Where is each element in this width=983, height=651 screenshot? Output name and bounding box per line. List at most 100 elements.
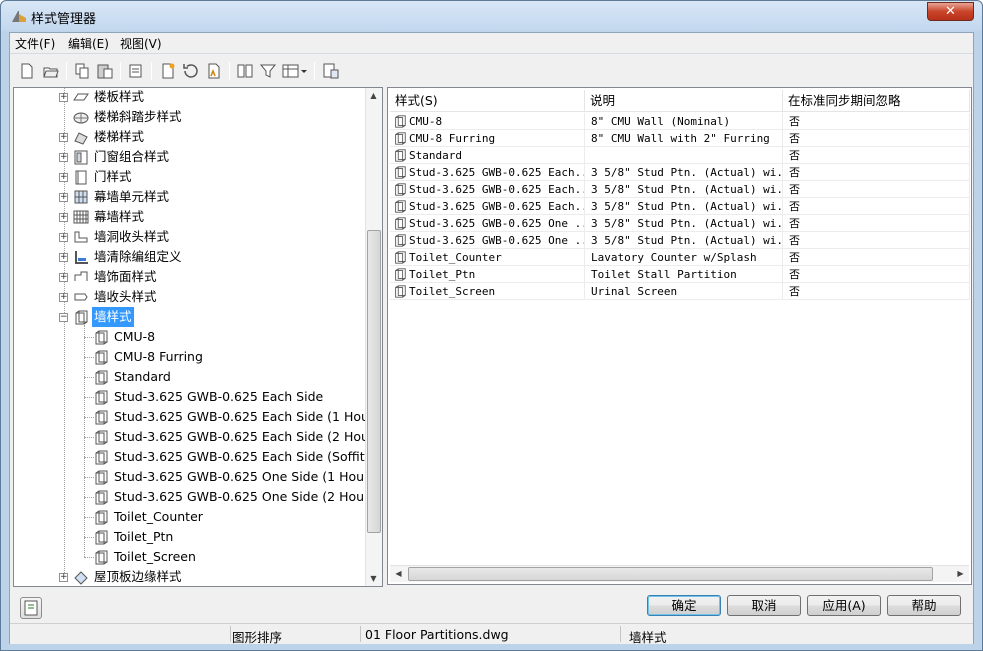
refresh-icon[interactable] — [182, 62, 200, 80]
tree-category-item[interactable]: − 墙样式 — [14, 307, 366, 327]
menu-file[interactable]: 文件(F) — [15, 35, 55, 52]
expand-icon[interactable]: + — [59, 213, 68, 222]
ignore-sync-cell: 否 — [783, 215, 970, 232]
ignore-sync-cell: 否 — [783, 181, 970, 198]
help-button[interactable]: 帮助 — [887, 595, 961, 616]
menu-view[interactable]: 视图(V) — [120, 35, 162, 52]
apply-button[interactable]: 应用(A) — [807, 595, 881, 616]
style-name-cell: CMU-8 — [390, 113, 585, 130]
tree-vertical-scrollbar[interactable]: ▲ ▼ — [365, 88, 382, 586]
cancel-button[interactable]: 取消 — [727, 595, 801, 616]
tree-style-item[interactable]: Stud-3.625 GWB-0.625 One Side (1 Hour) — [14, 467, 374, 487]
list-row[interactable]: Toilet_Screen Urinal Screen 否 — [390, 283, 970, 300]
expand-icon[interactable]: + — [59, 273, 68, 282]
tree-category-item[interactable]: + 墙清除编组定义 — [14, 247, 366, 267]
tree-style-item[interactable]: Toilet_Screen — [14, 547, 366, 567]
expand-icon[interactable]: + — [59, 293, 68, 302]
tree-category-item[interactable]: + 门窗组合样式 — [14, 147, 366, 167]
ignore-sync-cell: 否 — [783, 283, 970, 300]
list-row[interactable]: Stud-3.625 GWB-0.625 One ... 3 5/8" Stud … — [390, 232, 970, 249]
close-button[interactable]: ✕ — [927, 2, 974, 21]
paste-icon[interactable] — [96, 62, 114, 80]
expand-icon[interactable]: + — [59, 253, 68, 262]
view-dropdown-icon[interactable] — [282, 62, 308, 80]
tree-category-item[interactable]: + 门样式 — [14, 167, 366, 187]
tree-item-label: 幕墙样式 — [94, 209, 145, 224]
scroll-right-arrow[interactable]: ▶ — [953, 569, 968, 578]
edit-style-icon[interactable] — [205, 62, 223, 80]
tree-style-item[interactable]: Stud-3.625 GWB-0.625 Each Side (1 Hour) — [14, 407, 379, 427]
tree-style-item[interactable]: Standard — [14, 367, 366, 387]
tree-style-item[interactable]: Stud-3.625 GWB-0.625 Each Side (2 Hour) — [14, 427, 379, 447]
tree-item-label: Stud-3.625 GWB-0.625 One Side (2 Hour) — [114, 489, 375, 504]
tree-style-item[interactable]: Toilet_Ptn — [14, 527, 366, 547]
list-row[interactable]: Stud-3.625 GWB-0.625 Each... 3 5/8" Stud … — [390, 198, 970, 215]
status-separator — [620, 626, 621, 642]
style-name-cell: Toilet_Ptn — [390, 266, 585, 283]
expand-icon[interactable]: + — [59, 573, 68, 582]
wall-style-icon — [395, 166, 406, 179]
column-style[interactable]: 样式(S) — [390, 90, 585, 112]
tree-style-item[interactable]: Stud-3.625 GWB-0.625 Each Side (Soffit) — [14, 447, 370, 467]
style-tree[interactable]: + 楼板样式 楼梯斜踏步样式 + 楼梯样式 + 门窗组合样式 + 门样式 + 幕墙单元样式 + 幕墙样式… — [13, 87, 383, 587]
tree-item-label: 墙清除编组定义 — [94, 249, 182, 264]
window-toggle-button[interactable] — [20, 597, 42, 619]
expand-icon[interactable]: + — [59, 93, 68, 102]
tree-style-item[interactable]: Stud-3.625 GWB-0.625 One Side (2 Hour) — [14, 487, 374, 507]
tree-category-item[interactable]: 楼梯斜踏步样式 — [14, 107, 366, 127]
tree-style-item[interactable]: Stud-3.625 GWB-0.625 Each Side — [14, 387, 366, 407]
tree-scroll-thumb[interactable] — [367, 230, 381, 533]
list-row[interactable]: CMU-8 8" CMU Wall (Nominal) 否 — [390, 113, 970, 130]
wall-style-icon — [395, 149, 406, 162]
style-name-cell: Standard — [390, 147, 585, 164]
tree-item-label: Stud-3.625 GWB-0.625 Each Side — [114, 389, 324, 404]
list-row[interactable]: Toilet_Ptn Toilet Stall Partition 否 — [390, 266, 970, 283]
toolbar-separator — [120, 62, 121, 80]
style-list[interactable]: 样式(S) 说明 在标准同步期间忽略 CMU-8 8" CMU Wall (Nom… — [387, 87, 972, 585]
list-horizontal-scrollbar[interactable]: ◀ ▶ — [390, 565, 969, 582]
new-file-icon[interactable] — [18, 62, 36, 80]
scroll-left-arrow[interactable]: ◀ — [391, 569, 406, 578]
tree-category-item[interactable]: + 屋顶板边缘样式 — [14, 567, 366, 586]
tree-style-item[interactable]: CMU-8 Furring — [14, 347, 366, 367]
filter-icon[interactable] — [259, 62, 277, 80]
list-row[interactable]: Stud-3.625 GWB-0.625 Each... 3 5/8" Stud … — [390, 164, 970, 181]
compare-icon[interactable] — [236, 62, 254, 80]
list-row[interactable]: Standard 否 — [390, 147, 970, 164]
scroll-up-arrow[interactable]: ▲ — [366, 91, 381, 100]
tree-category-item[interactable]: + 幕墙样式 — [14, 207, 366, 227]
purge-icon[interactable] — [127, 62, 145, 80]
expand-icon[interactable]: + — [59, 193, 68, 202]
open-folder-icon[interactable] — [42, 62, 60, 80]
list-row[interactable]: CMU-8 Furring 8" CMU Wall with 2" Furring… — [390, 130, 970, 147]
tree-category-item[interactable]: + 墙洞收头样式 — [14, 227, 366, 247]
expand-icon[interactable]: + — [59, 133, 68, 142]
ok-button[interactable]: 确定 — [647, 595, 721, 616]
collapse-icon[interactable]: − — [59, 313, 68, 322]
sync-standards-icon[interactable] — [322, 62, 340, 80]
expand-icon[interactable]: + — [59, 153, 68, 162]
column-ignore-sync[interactable]: 在标准同步期间忽略 — [783, 90, 970, 112]
tree-style-item[interactable]: Toilet_Counter — [14, 507, 366, 527]
tree-category-item[interactable]: + 幕墙单元样式 — [14, 187, 366, 207]
column-description[interactable]: 说明 — [585, 90, 783, 112]
copy-icon[interactable] — [73, 62, 91, 80]
tree-style-item[interactable]: CMU-8 — [14, 327, 366, 347]
expand-icon[interactable]: + — [59, 173, 68, 182]
tree-category-item[interactable]: + 楼梯样式 — [14, 127, 366, 147]
menu-edit[interactable]: 编辑(E) — [68, 35, 109, 52]
list-row[interactable]: Toilet_Counter Lavatory Counter w/Splash 否 — [390, 249, 970, 266]
expand-icon[interactable]: + — [59, 233, 68, 242]
title-bar[interactable]: 样式管理器 ✕ — [1, 1, 982, 31]
list-row[interactable]: Stud-3.625 GWB-0.625 Each... 3 5/8" Stud … — [390, 181, 970, 198]
tree-item-label: 门窗组合样式 — [94, 149, 170, 164]
wall-cleanup-group-icon — [73, 249, 89, 265]
list-scroll-thumb[interactable] — [408, 567, 933, 581]
scroll-down-arrow[interactable]: ▼ — [366, 574, 381, 583]
list-row[interactable]: Stud-3.625 GWB-0.625 One ... 3 5/8" Stud … — [390, 215, 970, 232]
tree-category-item[interactable]: + 墙饰面样式 — [14, 267, 366, 287]
tree-category-item[interactable]: + 墙收头样式 — [14, 287, 366, 307]
wall-style-icon — [93, 449, 109, 465]
tree-category-item[interactable]: + 楼板样式 — [14, 88, 366, 107]
new-style-icon[interactable] — [159, 62, 177, 80]
